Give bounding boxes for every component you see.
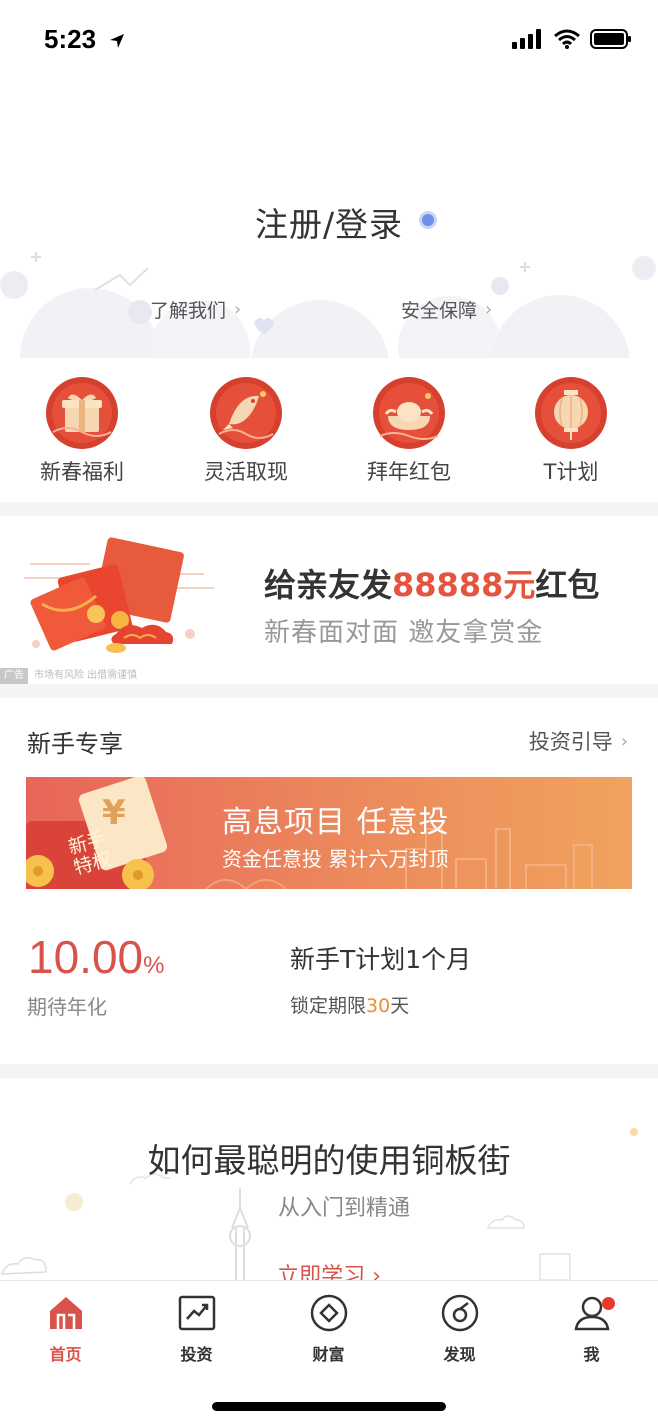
quick-label-t-plan: T计划 bbox=[543, 460, 599, 484]
promo-subtitle: 资金任意投 累计六万封顶 bbox=[222, 847, 449, 871]
tab-me-label: 我 bbox=[583, 1345, 600, 1364]
chevron-right-icon: › bbox=[372, 1264, 381, 1280]
signal-icon bbox=[512, 29, 541, 49]
term-prefix: 锁定期限 bbox=[290, 995, 367, 1017]
security-label: 安全保障 bbox=[401, 300, 478, 322]
login-register-link[interactable]: 注册/登录 bbox=[0, 198, 658, 246]
chevron-right-icon: › bbox=[620, 730, 628, 752]
promo-title: 高息项目 任意投 bbox=[222, 805, 450, 840]
expected-annual-rate[interactable]: 10.00% bbox=[28, 930, 164, 984]
quick-label-flexible-withdraw: 灵活取现 bbox=[204, 460, 288, 484]
rate-value: 10.00 bbox=[28, 931, 144, 983]
ad-title: 给亲友发88888元红包 bbox=[264, 560, 599, 606]
about-us-link[interactable]: 了解我们 › bbox=[150, 296, 241, 323]
learn-now-label: 立即学习 bbox=[277, 1264, 366, 1280]
quick-actions: 新春福利 灵活取现 拜年红包 T计划 bbox=[0, 358, 658, 502]
learn-subtitle: 从入门到精通 bbox=[277, 1196, 410, 1221]
ad-title-amount: 88888元 bbox=[392, 566, 536, 604]
tab-me[interactable]: 我 bbox=[526, 1293, 657, 1365]
tab-discover[interactable]: 发现 bbox=[394, 1293, 525, 1365]
newbie-promo-banner[interactable]: ¥ 新手特权 高息项目 任意投 资金任意投 累计六万封顶 bbox=[26, 777, 632, 889]
learn-now-button[interactable]: 立即学习 › bbox=[0, 1258, 658, 1280]
quick-label-new-year-red-packet: 拜年红包 bbox=[367, 460, 451, 484]
quick-item-t-plan[interactable]: T计划 bbox=[489, 358, 653, 486]
wifi-icon bbox=[554, 29, 580, 49]
chart-icon bbox=[178, 1295, 215, 1331]
learn-section: 如何最聪明的使用铜板街 从入门到精通 立即学习 › bbox=[0, 1078, 658, 1280]
tab-wealth-label: 财富 bbox=[312, 1345, 345, 1364]
newbie-section: 新手专享 投资引导 › ¥ 新手特权 高息项目 任意投 资金任意投 累计六万封顶… bbox=[0, 698, 658, 1064]
ad-subtitle: 新春面对面 邀友拿赏金 bbox=[264, 618, 544, 648]
battery-icon bbox=[590, 29, 631, 49]
ad-tag: 广告 bbox=[0, 668, 28, 684]
rate-label: 期待年化 bbox=[27, 995, 107, 1019]
home-indicator[interactable] bbox=[212, 1402, 446, 1411]
investment-guide-label: 投资引导 bbox=[528, 730, 613, 754]
koi-fish-icon bbox=[210, 377, 282, 449]
section-title: 新手专享 bbox=[27, 730, 123, 758]
risk-disclaimer: 市场有风险 出借需谨慎 bbox=[34, 670, 138, 681]
status-indicators bbox=[512, 29, 632, 49]
chevron-right-icon: › bbox=[234, 299, 242, 320]
red-envelopes-illustration bbox=[24, 537, 214, 653]
status-time: 5:23 bbox=[44, 24, 97, 54]
tab-home[interactable]: 首页 bbox=[0, 1293, 131, 1365]
quick-item-new-year-red-packet[interactable]: 拜年红包 bbox=[327, 358, 491, 486]
chevron-right-icon: › bbox=[485, 299, 493, 320]
diamond-icon bbox=[310, 1294, 347, 1332]
quick-label-new-year-benefits: 新春福利 bbox=[40, 460, 124, 484]
section-divider bbox=[0, 684, 658, 698]
learn-title: 如何最聪明的使用铜板街 bbox=[147, 1141, 511, 1180]
tab-invest-label: 投资 bbox=[180, 1345, 213, 1364]
term-suffix: 天 bbox=[390, 995, 410, 1017]
quick-item-new-year-benefits[interactable]: 新春福利 bbox=[0, 358, 164, 486]
red-packet-ad-banner[interactable]: 给亲友发88888元红包 新春面对面 邀友拿赏金 广告 市场有风险 出借需谨慎 bbox=[0, 516, 658, 684]
ad-title-suffix: 红包 bbox=[535, 566, 600, 604]
security-link[interactable]: 安全保障 › bbox=[401, 296, 492, 323]
tab-home-label: 首页 bbox=[49, 1345, 82, 1364]
gift-icon bbox=[46, 377, 118, 449]
about-us-label: 了解我们 bbox=[150, 300, 227, 322]
quick-item-flexible-withdraw[interactable]: 灵活取现 bbox=[164, 358, 328, 486]
tab-wealth[interactable]: 财富 bbox=[263, 1293, 394, 1365]
gold-ingot-icon bbox=[373, 377, 445, 449]
home-icon bbox=[49, 1297, 82, 1329]
status-bar: 5:23 bbox=[0, 0, 658, 80]
tab-discover-label: 发现 bbox=[443, 1345, 476, 1364]
login-indicator-dot bbox=[419, 211, 437, 229]
investment-guide-link[interactable]: 投资引导 › bbox=[529, 726, 628, 756]
section-divider bbox=[0, 1064, 658, 1078]
notification-badge bbox=[602, 1297, 615, 1310]
tab-invest[interactable]: 投资 bbox=[131, 1293, 262, 1365]
section-divider bbox=[0, 502, 658, 516]
lantern-icon bbox=[535, 377, 607, 449]
rate-unit: % bbox=[143, 952, 165, 979]
ad-title-prefix: 给亲友发 bbox=[264, 566, 393, 604]
lock-term: 锁定期限30天 bbox=[290, 991, 409, 1018]
product-name[interactable]: 新手T计划1个月 bbox=[290, 940, 471, 976]
term-days: 30 bbox=[366, 995, 391, 1017]
account-header: 注册/登录 了解我们 › 安全保障 › bbox=[0, 80, 658, 358]
location-arrow-icon bbox=[110, 34, 124, 48]
discover-icon bbox=[441, 1294, 478, 1332]
